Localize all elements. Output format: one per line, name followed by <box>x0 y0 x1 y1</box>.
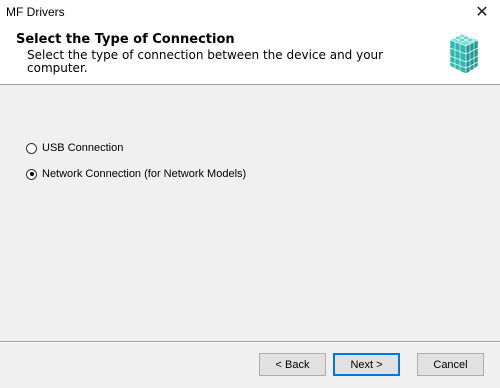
back-button[interactable]: < Back <box>259 353 326 376</box>
page-title: Select the Type of Connection <box>16 32 235 47</box>
page-subtitle: Select the type of connection between th… <box>27 48 384 75</box>
usb-connection-radio[interactable] <box>26 142 37 154</box>
close-button[interactable]: ✕ <box>464 0 500 24</box>
window-title: MF Drivers <box>6 5 65 19</box>
wizard-header: Select the Type of Connection Select the… <box>0 24 500 85</box>
canon-cube-logo-icon <box>449 33 479 75</box>
usb-connection-option[interactable]: USB Connection <box>26 142 123 154</box>
network-connection-label: Network Connection (for Network Models) <box>42 168 247 180</box>
cancel-button[interactable]: Cancel <box>417 353 484 376</box>
footer-separator <box>0 341 500 343</box>
network-connection-option[interactable]: Network Connection (for Network Models) <box>26 168 246 180</box>
installer-window: MF Drivers ✕ Select the Type of Connecti… <box>0 0 500 388</box>
close-icon: ✕ <box>475 4 489 21</box>
network-connection-radio[interactable] <box>26 168 37 180</box>
usb-connection-label: USB Connection <box>42 142 124 154</box>
title-bar: MF Drivers ✕ <box>0 0 500 24</box>
next-button[interactable]: Next > <box>333 353 400 376</box>
